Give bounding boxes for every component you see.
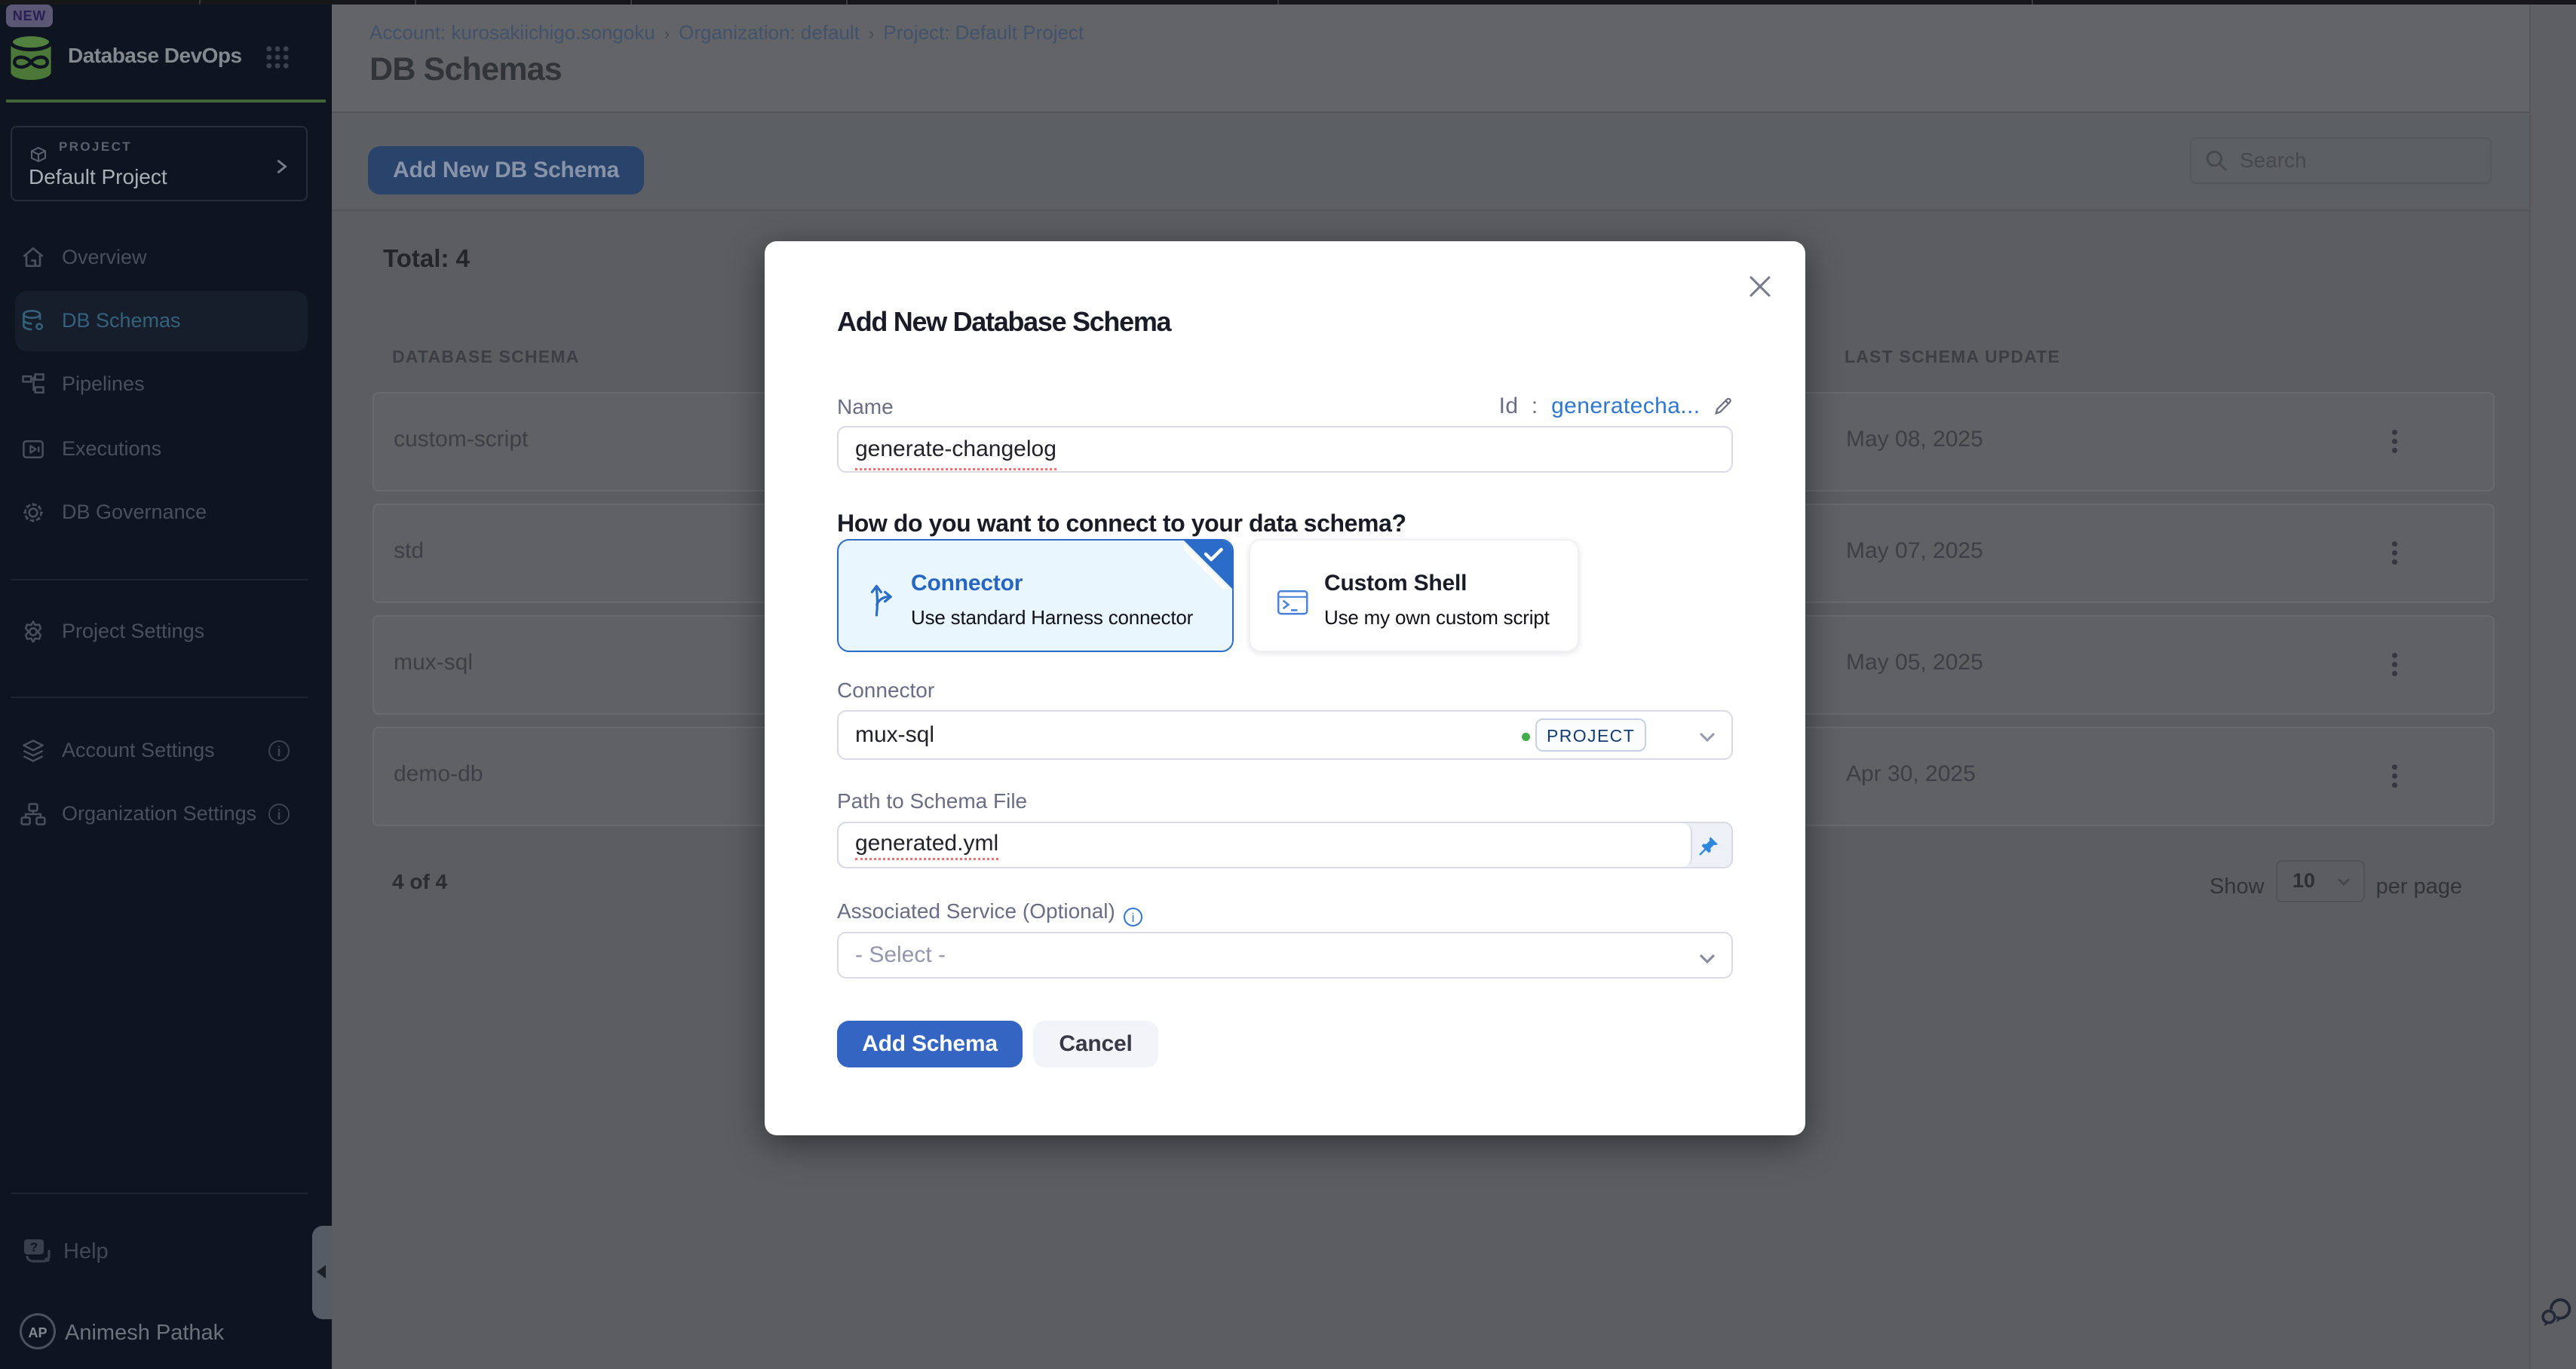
svg-text:?: ? [30,1240,38,1254]
